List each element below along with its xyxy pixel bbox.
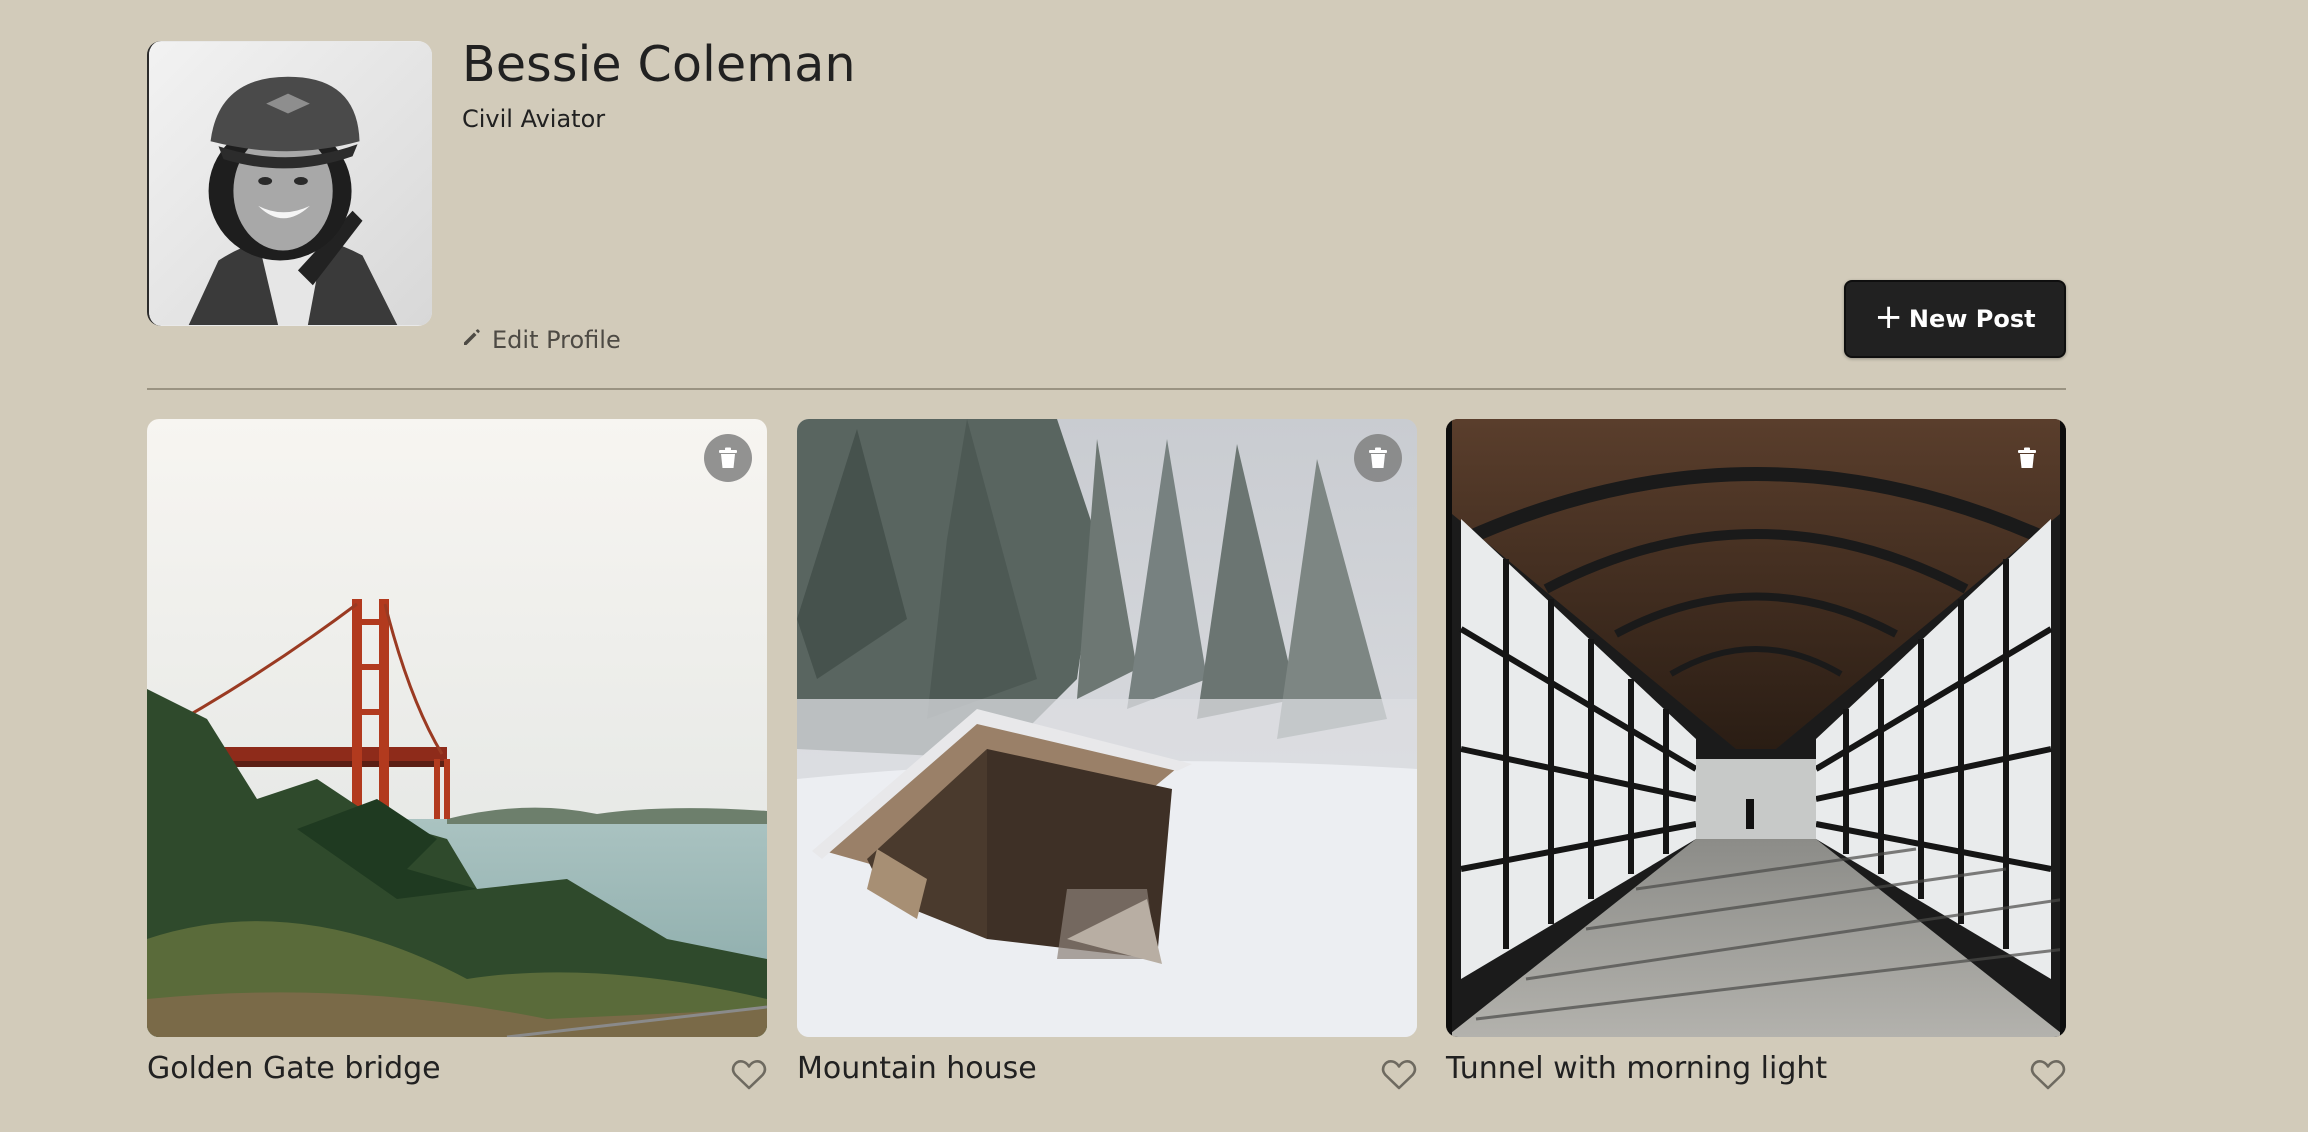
heart-icon xyxy=(731,1059,767,1091)
post-title: Mountain house xyxy=(797,1051,1037,1086)
profile-avatar[interactable] xyxy=(147,41,432,326)
golden-gate-photo xyxy=(147,419,767,1037)
post-title: Tunnel with morning light xyxy=(1446,1051,1828,1086)
post-card: Mountain house xyxy=(797,419,1417,1113)
trash-icon xyxy=(1368,447,1388,469)
edit-profile-button[interactable]: Edit Profile xyxy=(462,326,621,354)
trash-icon xyxy=(2017,447,2037,469)
edit-profile-label: Edit Profile xyxy=(492,326,621,354)
post-caption: Tunnel with morning light xyxy=(1446,1037,2066,1113)
post-image[interactable] xyxy=(1446,419,2066,1037)
delete-post-button[interactable] xyxy=(704,434,752,482)
pencil-icon xyxy=(462,329,482,347)
profile-name: Bessie Coleman xyxy=(462,36,856,93)
post-image[interactable] xyxy=(797,419,1417,1037)
plus-icon: + xyxy=(1874,297,1903,337)
header-divider xyxy=(147,388,2066,390)
avatar-photo xyxy=(149,42,432,325)
post-title: Golden Gate bridge xyxy=(147,1051,441,1086)
post-card: Tunnel with morning light xyxy=(1446,419,2066,1113)
like-button[interactable] xyxy=(731,1059,767,1091)
heart-icon xyxy=(1381,1059,1417,1091)
profile-job: Civil Aviator xyxy=(462,105,606,133)
delete-post-button[interactable] xyxy=(2003,434,2051,482)
trash-icon xyxy=(718,447,738,469)
mountain-house-photo xyxy=(797,419,1417,1037)
delete-post-button[interactable] xyxy=(1354,434,1402,482)
heart-icon xyxy=(2030,1059,2066,1091)
post-caption: Mountain house xyxy=(797,1037,1417,1113)
post-card: Golden Gate bridge xyxy=(147,419,767,1113)
post-image[interactable] xyxy=(147,419,767,1037)
tunnel-photo xyxy=(1446,419,2066,1037)
new-post-button[interactable]: + New Post xyxy=(1844,280,2066,358)
post-caption: Golden Gate bridge xyxy=(147,1037,767,1113)
like-button[interactable] xyxy=(2030,1059,2066,1091)
like-button[interactable] xyxy=(1381,1059,1417,1091)
profile-page: Bessie Coleman Civil Aviator Edit Profil… xyxy=(0,0,2308,1132)
new-post-label: New Post xyxy=(1908,305,2036,333)
